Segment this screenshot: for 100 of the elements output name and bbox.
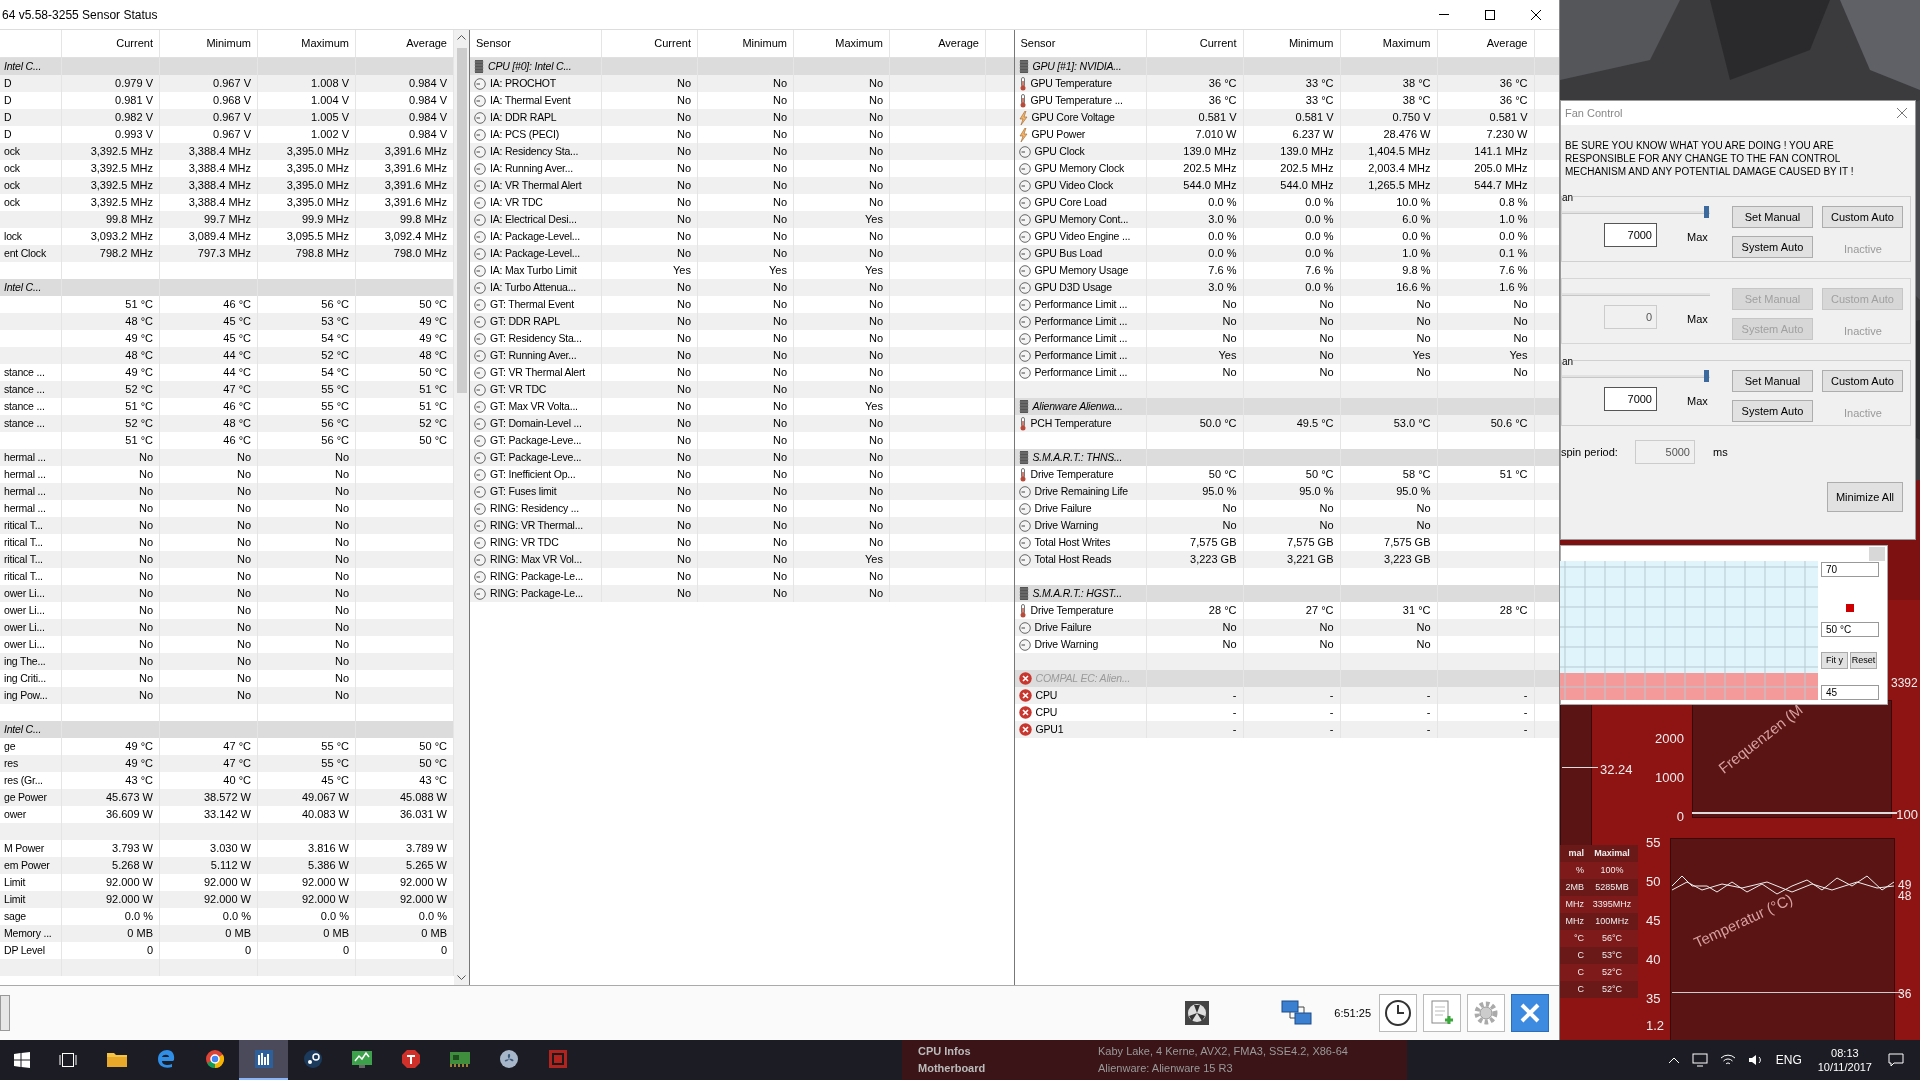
value-field[interactable]: 7000	[1604, 223, 1657, 247]
fan-button[interactable]: System Auto	[1732, 236, 1813, 258]
notification-icon[interactable]	[1888, 1053, 1904, 1067]
column-header[interactable]: Sensor	[470, 30, 602, 57]
scrollbar-thumb[interactable]	[456, 48, 467, 393]
column-header[interactable]: Current	[602, 30, 698, 57]
sensor-label: GPU Core Voltage	[1031, 109, 1115, 125]
fan-icon[interactable]	[1184, 1000, 1211, 1026]
value-field[interactable]: 70	[1821, 562, 1879, 577]
column-header[interactable]: Minimum	[698, 30, 794, 57]
value-cell-text: 36 °C	[1208, 76, 1237, 92]
scrollbar[interactable]	[454, 30, 469, 985]
value-cell-text: No	[868, 382, 883, 398]
value-field[interactable]: 45	[1821, 685, 1879, 700]
column-header[interactable]: Maximum	[794, 30, 890, 57]
table-cell-text: 52°C	[1600, 983, 1624, 996]
sensor-label: hermal ...	[4, 483, 46, 499]
sensor-label: GT: Residency Sta...	[490, 330, 582, 346]
speaker-icon[interactable]	[1747, 1053, 1764, 1067]
sensor-label: GT: VR TDC	[490, 381, 547, 397]
value-cell-text: 0.0 %	[1305, 195, 1334, 211]
value-cell-text: -	[1523, 705, 1528, 721]
value-cell-text: No	[236, 518, 251, 534]
value-cell-text: No	[868, 195, 883, 211]
value-cell-text: No	[772, 178, 787, 194]
fan-button[interactable]: Custom Auto	[1822, 206, 1903, 228]
clock-button[interactable]	[1379, 994, 1417, 1032]
value-field[interactable]: 50 °C	[1821, 622, 1879, 637]
windows-icon	[14, 1052, 30, 1068]
value-cell-text: No	[1222, 518, 1237, 534]
column-header[interactable]: Maximum	[258, 30, 356, 57]
wifi-icon[interactable]	[1719, 1053, 1736, 1067]
value-cell-text: -	[1426, 722, 1431, 738]
sensor-label: GPU1	[1035, 721, 1064, 737]
group-label: S.M.A.R.T.: HGST...	[1032, 585, 1122, 601]
sensor-label: IA: Running Aver...	[490, 160, 573, 176]
taskbar-app[interactable]	[239, 1040, 288, 1080]
value-cell-text: No	[868, 297, 883, 313]
value-cell-text: -	[1426, 688, 1431, 704]
sensor-label: CPU	[1035, 704, 1058, 720]
sensor-label: Performance Limit ...	[1034, 364, 1128, 380]
close-icon[interactable]	[1897, 108, 1907, 118]
language-indicator[interactable]: ENG	[1775, 1051, 1802, 1069]
sensor-label: GT: Fuses limit	[490, 483, 557, 499]
fan-button[interactable]: Set Manual	[1732, 206, 1813, 228]
value-cell-text: No	[772, 586, 787, 602]
value-cell-text: 0.581 V	[1295, 110, 1334, 126]
value-cell-text: No	[334, 688, 349, 704]
slider-thumb[interactable]	[1703, 370, 1709, 382]
column-header[interactable]: Average	[1437, 30, 1535, 57]
sensor-label: ock	[4, 177, 20, 193]
value-cell-text: No	[334, 671, 349, 687]
value-field[interactable]: 7000	[1604, 387, 1657, 411]
value-cell-text: 36.609 W	[105, 807, 153, 823]
sensor-label: IA: Max Turbo Limit	[490, 262, 577, 278]
minimize-all-button[interactable]: Minimize All	[1827, 482, 1903, 512]
column-header[interactable]: Sensor	[1014, 30, 1147, 57]
sensor-label: Drive Temperature	[1030, 602, 1114, 618]
column-header[interactable]: Current	[1146, 30, 1244, 57]
value-cell-text: No	[868, 229, 883, 245]
bar-chart-icon	[253, 1049, 274, 1069]
fan-button[interactable]: Set Manual	[1732, 370, 1813, 392]
fan-button[interactable]: System Auto	[1732, 400, 1813, 422]
slider-thumb[interactable]	[1703, 206, 1709, 218]
value-cell-text: 0.984 V	[409, 110, 447, 126]
value-cell-text: No	[772, 314, 787, 330]
value-cell-text: No	[772, 76, 787, 92]
graph-button[interactable]: Fit y	[1821, 652, 1848, 669]
column-header[interactable]: Average	[890, 30, 986, 57]
sensor-label: Performance Limit ...	[1034, 313, 1128, 329]
value-cell-text: 45 °C	[223, 314, 251, 330]
column-header[interactable]: Minimum	[1243, 30, 1341, 57]
value-cell-text: 0 MB	[421, 926, 447, 942]
column-header[interactable]: Maximum	[1340, 30, 1438, 57]
chevron-up-icon[interactable]	[1667, 1056, 1680, 1064]
sensor-label: GPU Video Clock	[1034, 177, 1113, 193]
value-cell-text: No	[138, 637, 153, 653]
display-icon[interactable]	[1691, 1053, 1708, 1067]
value-cell-text: No	[676, 212, 691, 228]
value-cell-text: 3,392.5 MHz	[90, 144, 153, 160]
clock[interactable]: 08:13 10/11/2017	[1817, 1046, 1872, 1074]
value-cell-text: No	[334, 620, 349, 636]
table-cell-text: C	[1576, 983, 1585, 996]
table-cell-text: 53°C	[1600, 949, 1624, 962]
column-header[interactable]: Current	[62, 30, 160, 57]
report-button[interactable]	[1423, 994, 1461, 1032]
value-cell-text: 3,395.0 MHz	[286, 195, 349, 211]
value-cell-text: No	[676, 280, 691, 296]
value-cell-text: No	[1222, 297, 1237, 313]
sensor-label: hermal ...	[4, 466, 46, 482]
fan-button[interactable]: Custom Auto	[1822, 370, 1903, 392]
axis-label: 40	[1646, 951, 1661, 969]
close-button[interactable]	[1511, 994, 1549, 1032]
spin-period-field[interactable]: 5000	[1635, 440, 1695, 464]
value-cell-text: No	[1319, 348, 1334, 364]
column-header[interactable]: Minimum	[160, 30, 258, 57]
network-icon[interactable]	[1280, 998, 1315, 1028]
group-label: Alienware Alienwa...	[1032, 398, 1123, 414]
graph-button[interactable]: Reset	[1850, 652, 1877, 669]
chart-value: 32.24	[1600, 761, 1633, 779]
